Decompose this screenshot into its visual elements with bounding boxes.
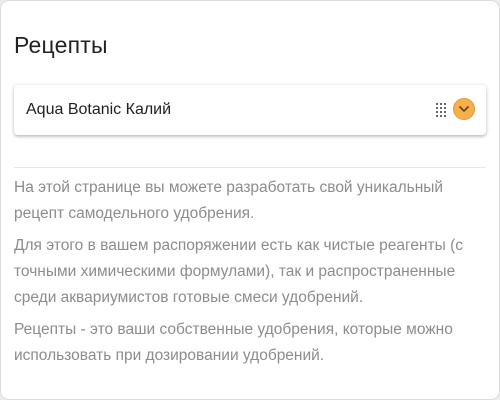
drag-handle-icon[interactable] [436, 103, 447, 117]
recipes-card: Рецепты Aqua Botanic Калий На этой стран… [0, 0, 500, 400]
description-paragraph: Для этого в вашем распоряжении есть как … [14, 237, 463, 306]
recipe-select-value: Aqua Botanic Калий [26, 101, 172, 118]
chevron-down-icon [459, 105, 469, 112]
description: На этой странице вы можете разработать с… [14, 175, 488, 375]
recipe-select[interactable]: Aqua Botanic Калий [14, 85, 486, 135]
description-paragraph: На этой странице вы можете разработать с… [14, 179, 444, 222]
page-title: Рецепты [14, 32, 108, 58]
description-paragraph: Рецепты - это ваши собственные удобрения… [14, 321, 453, 364]
divider [14, 167, 486, 168]
dropdown-toggle-button[interactable] [453, 98, 475, 120]
